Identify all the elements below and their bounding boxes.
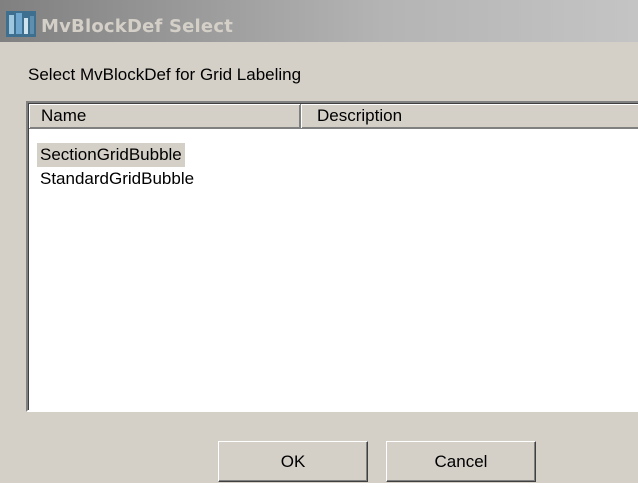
window-title: MvBlockDef Select — [41, 16, 234, 37]
column-header-description[interactable]: Description — [301, 104, 638, 129]
cancel-button[interactable]: Cancel — [386, 441, 536, 482]
prompt-label: Select MvBlockDef for Grid Labeling — [28, 65, 302, 84]
mvblockdef-select-dialog: MvBlockDef Select Select MvBlockDef for … — [0, 0, 638, 483]
ok-button[interactable]: OK — [218, 441, 368, 482]
list-item[interactable]: StandardGridBubble — [37, 167, 197, 191]
app-icon — [6, 11, 36, 37]
list-item[interactable]: SectionGridBubble — [37, 143, 185, 167]
title-bar[interactable]: MvBlockDef Select — [0, 0, 638, 42]
column-header-name[interactable]: Name — [29, 104, 301, 129]
block-def-list[interactable]: Name Description SectionGridBubble Stand… — [26, 101, 638, 412]
